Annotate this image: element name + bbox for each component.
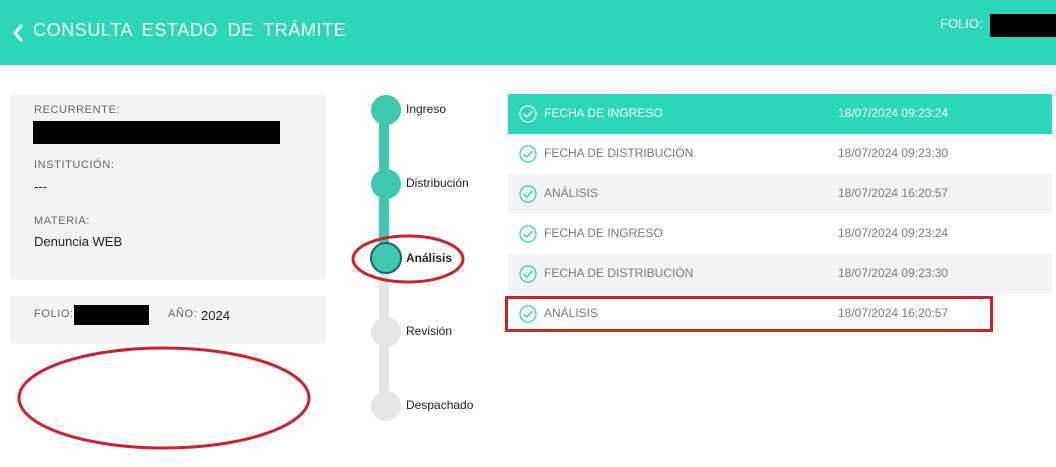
recurrente-redacted bbox=[33, 121, 280, 144]
back-arrow-icon[interactable] bbox=[11, 23, 25, 43]
history-row-date: 18/07/2024 09:23:30 bbox=[838, 146, 949, 160]
institucion-value: --- bbox=[34, 179, 47, 194]
check-circle-icon bbox=[519, 185, 537, 203]
stage-dot-ingreso bbox=[371, 95, 401, 125]
stage-dot-despachado bbox=[371, 391, 401, 421]
recurrente-label: RECURRENTE: bbox=[34, 104, 121, 116]
history-row: FECHA DE INGRESO 18/07/2024 09:23:24 bbox=[508, 214, 1052, 254]
check-circle-icon bbox=[519, 105, 537, 123]
header-folio-redacted bbox=[990, 14, 1056, 37]
anio-value: 2024 bbox=[201, 308, 230, 323]
stage-label-ingreso: Ingreso bbox=[406, 102, 447, 116]
folio-label: FOLIO: bbox=[34, 308, 74, 320]
history-row-label: FECHA DE DISTRIBUCIÓN bbox=[544, 266, 694, 280]
history-row-date: 18/07/2024 09:23:24 bbox=[838, 226, 949, 240]
history-row: FECHA DE INGRESO 18/07/2024 09:23:24 bbox=[508, 94, 1052, 134]
folio-redacted bbox=[74, 305, 149, 325]
stage-label-despachado: Despachado bbox=[406, 398, 474, 412]
history-row-date: 18/07/2024 09:23:24 bbox=[838, 106, 949, 120]
header-folio-label: FOLIO: bbox=[940, 16, 983, 31]
stage-dot-revision bbox=[371, 317, 401, 347]
materia-label: MATERIA: bbox=[34, 215, 90, 227]
check-circle-icon bbox=[519, 265, 537, 283]
history-row: FECHA DE DISTRIBUCIÓN 18/07/2024 09:23:30 bbox=[508, 254, 1052, 294]
history-row-label: FECHA DE INGRESO bbox=[544, 226, 663, 240]
annotation-ellipse-current-stage bbox=[351, 234, 465, 284]
institucion-label: INSTITUCIÓN: bbox=[34, 159, 115, 171]
annotation-rect-analisis-row bbox=[505, 296, 993, 332]
history-row-date: 18/07/2024 16:20:57 bbox=[838, 186, 949, 200]
check-circle-icon bbox=[519, 225, 537, 243]
check-circle-icon bbox=[519, 145, 537, 163]
history-row-date: 18/07/2024 09:23:30 bbox=[838, 266, 949, 280]
info-card: RECURRENTE: INSTITUCIÓN: --- MATERIA: De… bbox=[10, 95, 326, 280]
history-row-label: FECHA DE DISTRIBUCIÓN bbox=[544, 146, 694, 160]
history-row: FECHA DE DISTRIBUCIÓN 18/07/2024 09:23:30 bbox=[508, 134, 1052, 174]
anio-label: AÑO: bbox=[168, 308, 198, 320]
history-row: ANÁLISIS 18/07/2024 16:20:57 bbox=[508, 174, 1052, 214]
stage-label-revision: Revisión bbox=[406, 324, 453, 338]
stage-dot-distribucion bbox=[371, 169, 401, 199]
page-header: CONSULTA ESTADO DE TRÁMITE FOLIO: bbox=[0, 0, 1056, 65]
page-title: CONSULTA ESTADO DE TRÁMITE bbox=[33, 20, 347, 40]
history-row-label: ANÁLISIS bbox=[544, 186, 599, 200]
folio-card: FOLIO: AÑO: 2024 bbox=[10, 296, 326, 344]
materia-value: Denuncia WEB bbox=[34, 234, 123, 249]
history-row-label: FECHA DE INGRESO bbox=[544, 106, 663, 120]
annotation-ellipse-empty bbox=[17, 346, 311, 450]
stage-label-distribucion: Distribución bbox=[406, 176, 469, 190]
